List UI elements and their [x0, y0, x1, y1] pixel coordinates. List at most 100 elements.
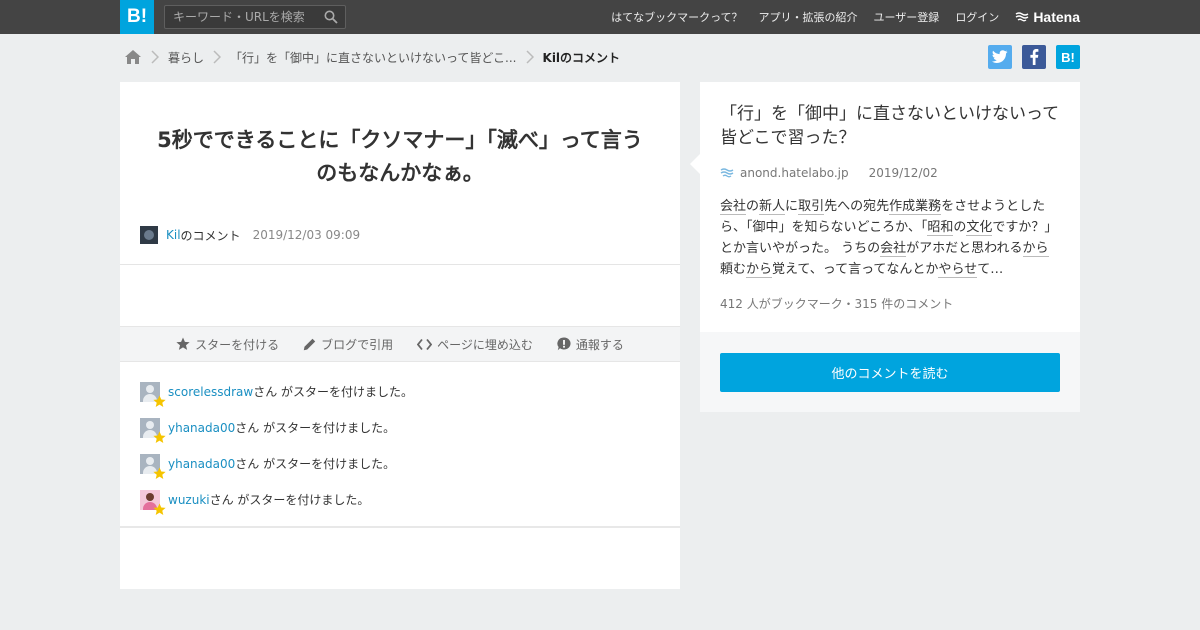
add-star-label: スターを付ける [195, 337, 280, 352]
report-label: 通報する [575, 337, 624, 352]
list-item: yhanada00 さん がスターを付けました。 [140, 454, 413, 490]
facebook-icon [1030, 49, 1039, 65]
user-avatar[interactable] [140, 490, 166, 515]
search-icon[interactable] [324, 10, 338, 24]
list-item: scorelessdraw さん がスターを付けました。 [140, 382, 413, 418]
entry-domain[interactable]: anond.hatelabo.jp [740, 166, 849, 180]
star-icon [153, 431, 166, 443]
top-nav: はてなブックマークって？ アプリ・拡張の紹介 ユーザー登録 ログイン Haten… [595, 0, 1080, 34]
snippet-text: 先への宛先 [824, 199, 890, 214]
snippet-text: 頼む [720, 262, 747, 277]
read-other-comments-button[interactable]: 他のコメントを読む [720, 353, 1060, 392]
entry-summary: 「行」を「御中」に直さないといけないって皆どこで習った？ anond.hatel… [690, 82, 1080, 332]
blog-quote-button[interactable]: ブログで引用 [303, 336, 393, 353]
divider [120, 264, 680, 265]
star-icon [153, 503, 166, 515]
author-name-link[interactable]: Kil [166, 228, 181, 242]
star-text: さん がスターを付けました。 [235, 421, 396, 435]
entry-snippet: 会社の新人に取引先への宛先作成業務をさせようとしたら、「御中」を知らないどころか… [720, 196, 1060, 280]
keyword-link[interactable]: 昭和 [927, 220, 954, 236]
breadcrumb-current: Kilのコメント [542, 50, 621, 65]
entry-meta: anond.hatelabo.jp 2019/12/02 [720, 166, 938, 180]
top-bar: B! はてなブックマークって？ アプリ・拡張の紹介 ユーザー登録 ログイン Ha… [0, 0, 1200, 34]
comment-date: 2019/12/03 09:09 [252, 228, 361, 242]
hatena-brand-link[interactable]: Hatena [1015, 9, 1080, 25]
search-input[interactable] [173, 6, 318, 28]
list-item: yhanada00 さん がスターを付けました。 [140, 418, 413, 454]
home-icon[interactable] [124, 49, 142, 65]
breadcrumb: 暮らし 「行」を「御中」に直さないといけないって皆どこ... Kilのコメント [124, 46, 620, 68]
embed-label: ページに埋め込む [437, 337, 533, 352]
hatena-bookmark-share-button[interactable]: B! [1056, 45, 1080, 69]
search-box [164, 5, 346, 29]
snippet-text: 覚えて、って言ってなんとか [772, 262, 939, 277]
facebook-share-button[interactable] [1022, 45, 1046, 69]
user-avatar[interactable] [140, 382, 166, 407]
breadcrumb-category[interactable]: 暮らし [168, 49, 204, 66]
star-user-link[interactable]: yhanada00 [168, 418, 235, 438]
author-avatar[interactable] [140, 226, 158, 244]
user-avatar[interactable] [140, 454, 166, 479]
snippet-text: がアホだと思われる [906, 241, 1023, 256]
chevron-right-icon [208, 46, 226, 68]
comment-author: Kil のコメント 2019/12/03 09:09 [140, 226, 360, 244]
chevron-right-icon [521, 46, 539, 68]
snippet-text: に [785, 199, 799, 214]
hatena-brand-text: Hatena [1033, 9, 1080, 25]
comment-text: 5秒でできることに「クソマナー」「滅べ」って言うのもなんかなぁ。 [157, 128, 643, 185]
nav-register[interactable]: ユーザー登録 [874, 9, 940, 25]
blog-quote-label: ブログで引用 [321, 337, 394, 352]
keyword-link[interactable]: から [746, 262, 773, 278]
card-pointer [690, 154, 700, 174]
star-text: さん がスターを付けました。 [253, 385, 414, 399]
add-star-button[interactable]: スターを付ける [176, 336, 279, 353]
user-avatar[interactable] [140, 418, 166, 443]
twitter-icon [992, 50, 1008, 63]
entry-title-link[interactable]: 「行」を「御中」に直さないといけないって皆どこで習った？ [720, 102, 1065, 150]
entry-card: 「行」を「御中」に直さないといけないって皆どこで習った？ anond.hatel… [690, 82, 1080, 412]
twitter-share-button[interactable] [988, 45, 1012, 69]
keyword-link[interactable]: やらせ [938, 262, 978, 278]
report-button[interactable]: 通報する [557, 336, 624, 353]
snippet-text: の [953, 220, 967, 235]
share-buttons: B! [978, 45, 1080, 69]
comment-actions: スターを付ける ブログで引用 ページに埋め込む 通報する [120, 326, 680, 362]
pencil-icon [303, 338, 316, 350]
breadcrumb-entry[interactable]: 「行」を「御中」に直さないといけないって皆どこ... [230, 49, 517, 66]
snippet-text: て… [977, 262, 1004, 277]
embed-button[interactable]: ページに埋め込む [417, 336, 533, 353]
alert-icon [557, 337, 571, 351]
keyword-link[interactable]: から [1022, 241, 1049, 257]
star-icon [153, 467, 166, 479]
chevron-right-icon [146, 46, 164, 68]
author-suffix: のコメント [180, 228, 241, 243]
entry-stats: 412 人がブックマーク・315 件のコメント [720, 297, 954, 311]
keyword-link[interactable]: 業務 [915, 199, 942, 215]
nav-about-bookmark[interactable]: はてなブックマークって？ [611, 9, 742, 25]
star-user-link[interactable]: yhanada00 [168, 454, 235, 474]
keyword-link[interactable]: 会社 [720, 199, 747, 215]
entry-date: 2019/12/02 [868, 166, 938, 180]
keyword-link[interactable]: 会社 [880, 241, 907, 257]
comment-card: 5秒でできることに「クソマナー」「滅べ」って言うのもなんかなぁ。 Kil のコメ… [120, 82, 680, 589]
star-text: さん がスターを付けました。 [235, 457, 396, 471]
keyword-link[interactable]: 新人 [759, 199, 786, 215]
star-text: さん がスターを付けました。 [209, 493, 370, 507]
nav-login[interactable]: ログイン [955, 9, 999, 25]
star-list: scorelessdraw さん がスターを付けました。 yhanada00 さ… [140, 382, 413, 526]
code-icon [417, 338, 433, 350]
hatena-bookmark-logo[interactable]: B! [120, 0, 154, 34]
star-user-link[interactable]: scorelessdraw [168, 382, 253, 402]
keyword-link[interactable]: 作成 [889, 199, 916, 215]
star-user-link[interactable]: wuzuki [168, 490, 210, 510]
keyword-link[interactable]: 文化 [966, 220, 993, 236]
nav-apps[interactable]: アプリ・拡張の紹介 [759, 9, 858, 25]
list-item: wuzuki さん がスターを付けました。 [140, 490, 413, 526]
site-favicon-icon [720, 168, 734, 178]
divider [120, 526, 680, 528]
star-icon [176, 337, 190, 350]
keyword-link[interactable]: 取引 [798, 199, 825, 215]
star-icon [153, 395, 166, 407]
snippet-text: の [746, 199, 760, 214]
hatena-wave-icon [1015, 12, 1029, 22]
